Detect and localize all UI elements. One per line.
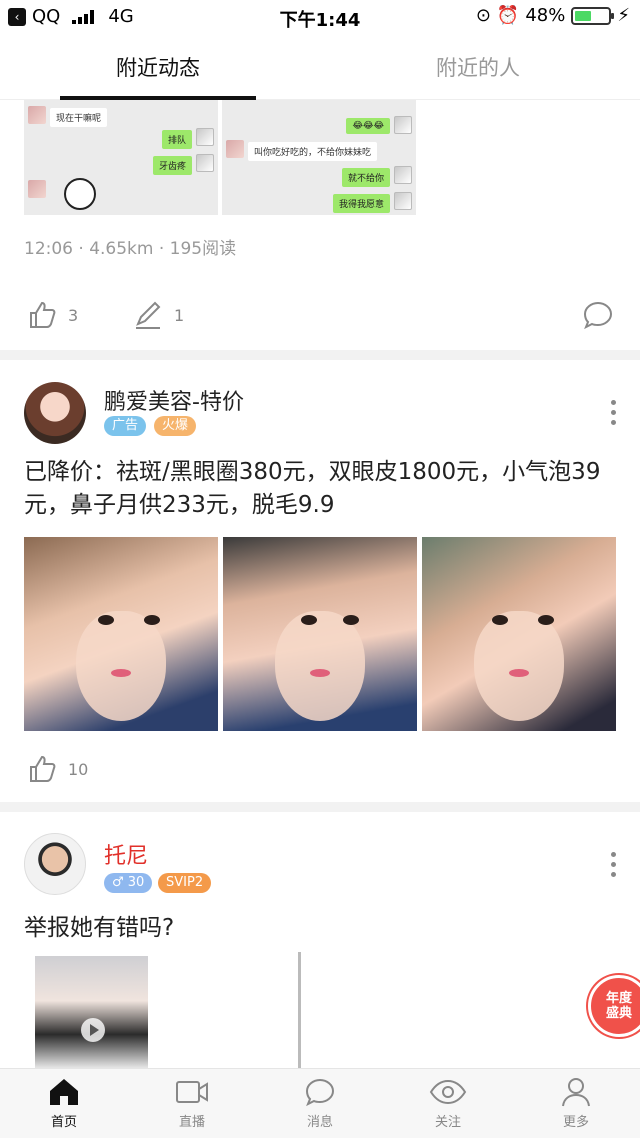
meme-sticker <box>64 178 96 210</box>
chat-bubble: 牙齿疼 <box>152 156 192 175</box>
video-camera-icon <box>176 1081 208 1103</box>
ad-badge: 广告 <box>104 416 147 436</box>
rotation-lock-icon: ⊙ <box>475 5 491 26</box>
nav-label: 更多 <box>562 1115 589 1130</box>
post-photo[interactable] <box>422 537 616 731</box>
event-float-badge[interactable]: 年度 盛典 <box>588 975 640 1037</box>
author-name[interactable]: 鹏爱美容-特价 <box>104 384 244 416</box>
home-icon <box>50 1079 78 1105</box>
comment-count: 1 <box>174 305 185 325</box>
nav-label: 消息 <box>306 1115 333 1130</box>
chat-avatar <box>196 128 214 146</box>
more-options-icon[interactable] <box>610 400 616 425</box>
nav-messages[interactable]: 消息 <box>280 1077 360 1130</box>
bottom-nav: 首页 直播 消息 关注 更多 <box>0 1068 640 1138</box>
post-text: 已降价：祛斑/黑眼圈380元，双眼皮1800元，小气泡39元，鼻子月供233元，… <box>24 459 601 518</box>
tab-nearby-posts[interactable]: 附近动态 <box>116 52 200 82</box>
post-photo[interactable] <box>223 537 417 731</box>
play-icon[interactable] <box>81 1018 105 1042</box>
nav-live[interactable]: 直播 <box>152 1077 232 1130</box>
chat-avatar <box>394 116 412 134</box>
post-meta: 12:06 · 4.65km · 195阅读 <box>24 239 237 259</box>
top-tabs: 附近动态 附近的人 <box>0 36 640 100</box>
chat-bubble: 现在干嘛呢 <box>50 108 108 127</box>
chat-avatar <box>394 192 412 210</box>
nav-more[interactable]: 更多 <box>536 1077 616 1130</box>
section-divider <box>0 350 640 360</box>
pen-icon <box>136 301 161 329</box>
chat-bubble-icon <box>583 301 613 330</box>
chat-avatar <box>226 140 244 158</box>
chat-avatar <box>28 180 46 198</box>
video-thumbnail[interactable] <box>35 956 148 1068</box>
chat-bubble: 😂😂😂 <box>346 118 390 134</box>
chat-avatar <box>196 154 214 172</box>
message-button[interactable] <box>582 300 614 330</box>
like-count: 3 <box>68 305 79 325</box>
nav-home[interactable]: 首页 <box>24 1077 104 1130</box>
chat-bubble: 叫你吃好吃的，不给你妹妹吃 <box>248 142 378 161</box>
post-image-chat-2[interactable]: 😂😂😂 叫你吃好吃的，不给你妹妹吃 就不给你 我得我愿意 <box>222 100 416 215</box>
battery-percent: 48% <box>525 5 566 26</box>
more-options-icon[interactable] <box>610 852 616 877</box>
comment-button[interactable]: 1 <box>134 300 184 330</box>
post-image-chat-1[interactable]: 现在干嘛呢 排队 牙齿疼 <box>24 100 218 215</box>
chat-bubble: 排队 <box>161 130 192 149</box>
svip-badge: SVIP2 <box>158 873 212 893</box>
chat-bubble-icon <box>305 1078 335 1107</box>
battery-icon <box>571 6 615 25</box>
thumbs-up-icon <box>30 301 56 328</box>
chat-bubble: 我得我愿意 <box>332 194 390 213</box>
post-text: 举报她有错吗? <box>24 915 175 941</box>
avatar[interactable] <box>24 833 86 895</box>
event-badge-label: 年度 盛典 <box>605 991 632 1021</box>
section-divider <box>0 802 640 812</box>
person-icon <box>562 1078 590 1107</box>
post-photo[interactable] <box>24 537 218 731</box>
like-count: 10 <box>68 759 89 779</box>
like-button[interactable]: 10 <box>28 754 88 784</box>
vertical-divider <box>298 952 301 1068</box>
author-name[interactable]: 托尼 <box>104 838 148 870</box>
thumbs-up-icon <box>30 755 56 782</box>
nav-label: 关注 <box>434 1115 461 1130</box>
nav-follow[interactable]: 关注 <box>408 1077 488 1130</box>
chat-avatar <box>28 106 46 124</box>
chat-avatar <box>394 166 412 184</box>
eye-icon <box>429 1079 467 1105</box>
like-button[interactable]: 3 <box>28 300 78 330</box>
gender-age-badge: ♂ 30 <box>104 873 153 893</box>
nav-label: 首页 <box>50 1115 77 1130</box>
nav-label: 直播 <box>178 1115 205 1130</box>
avatar[interactable] <box>24 382 86 444</box>
status-bar: ‹ QQ 4G 下午1:44 ⊙ ⏰ 48% ⚡ <box>0 0 640 34</box>
charging-icon: ⚡ <box>617 5 630 26</box>
tab-nearby-people[interactable]: 附近的人 <box>436 52 520 82</box>
chat-bubble: 就不给你 <box>341 168 390 187</box>
alarm-icon: ⏰ <box>496 5 520 26</box>
hot-badge: 火爆 <box>154 416 197 436</box>
